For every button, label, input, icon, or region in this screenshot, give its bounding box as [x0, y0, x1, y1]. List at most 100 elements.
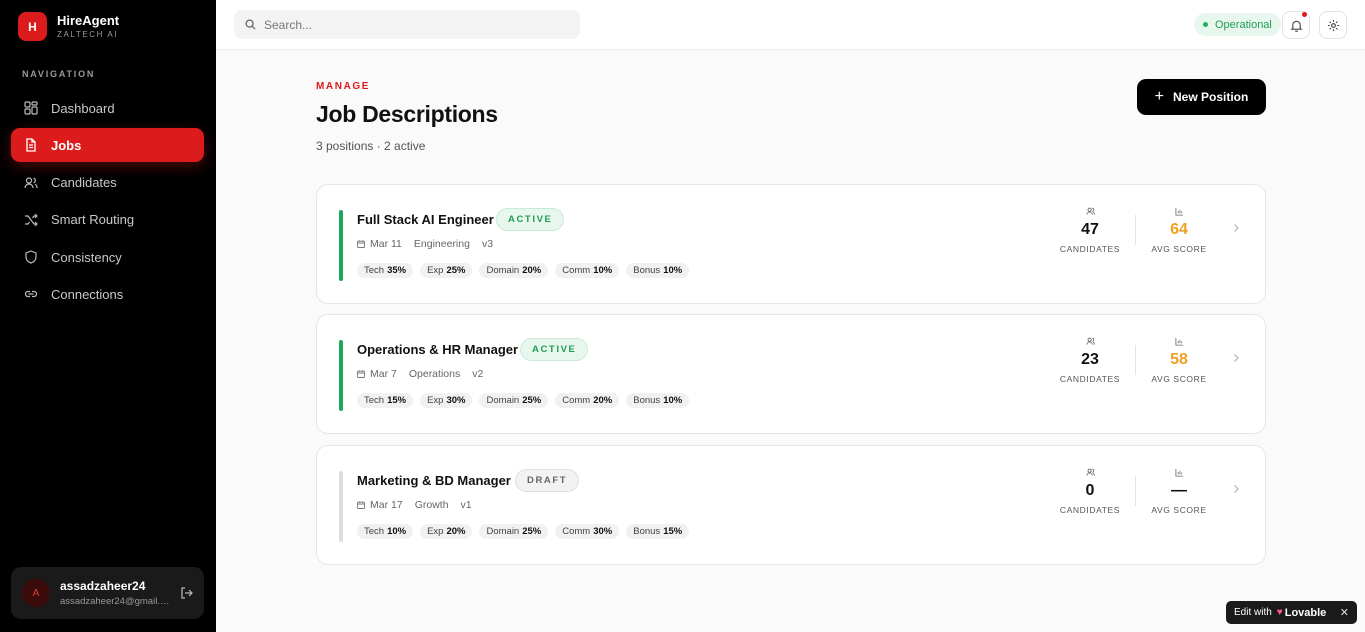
status-badge: ACTIVE	[520, 338, 589, 361]
job-card[interactable]: Marketing & BD Manager DRAFT Mar 17 Grow…	[316, 445, 1266, 565]
candidates-label: CANDIDATES	[1059, 505, 1121, 515]
sidebar-item-consistency[interactable]: Consistency	[11, 240, 204, 274]
job-card[interactable]: Operations & HR Manager ACTIVE Mar 7 Ope…	[316, 314, 1266, 434]
avg-score-stat: 58 AVG SCORE	[1139, 337, 1219, 384]
status-bar	[339, 340, 343, 411]
page-subtitle: 3 positions · 2 active	[316, 139, 426, 153]
weight-chip: Domain 25%	[479, 393, 549, 408]
avg-score-label: AVG SCORE	[1151, 244, 1207, 254]
job-department: Growth	[414, 499, 449, 511]
status-text: Operational	[1215, 18, 1272, 31]
users-icon	[1085, 207, 1095, 215]
weight-chip: Comm 10%	[555, 263, 620, 278]
status-badge: DRAFT	[515, 469, 580, 492]
search-box[interactable]	[234, 10, 580, 39]
job-department: Operations	[408, 368, 461, 380]
brand-subtitle: ZALTECH AI	[57, 30, 119, 39]
weight-chip: Tech 15%	[357, 393, 414, 408]
weight-chip: Domain 20%	[479, 263, 549, 278]
weight-chip: Domain 25%	[479, 524, 549, 539]
document-icon	[24, 138, 38, 152]
lovable-prefix: Edit with	[1234, 607, 1272, 618]
notifications-button[interactable]	[1282, 11, 1310, 39]
stat-divider	[1135, 215, 1136, 245]
job-title: Operations & HR Manager	[357, 342, 519, 357]
page-title: Job Descriptions	[316, 101, 498, 127]
status-badge: ACTIVE	[496, 208, 565, 231]
calendar-icon	[357, 501, 365, 509]
job-title: Full Stack AI Engineer	[357, 212, 494, 227]
weight-chip: Exp 30%	[420, 393, 473, 408]
sidebar-item-label: Smart Routing	[51, 212, 135, 228]
weight-chip: Bonus 15%	[626, 524, 690, 539]
job-date: Mar 7	[370, 368, 397, 380]
calendar-icon	[357, 370, 365, 378]
avatar: A	[22, 579, 50, 607]
brand[interactable]: H HireAgent ZALTECH AI	[18, 12, 119, 41]
brand-name: HireAgent	[57, 13, 120, 28]
candidates-count: 47	[1081, 221, 1099, 238]
chevron-right-icon[interactable]	[1231, 484, 1241, 494]
users-icon	[1085, 468, 1095, 476]
bell-icon	[1290, 20, 1302, 32]
sidebar-item-smart-routing[interactable]: Smart Routing	[11, 203, 204, 237]
avg-score-label: AVG SCORE	[1151, 505, 1207, 515]
candidates-stat: 23 CANDIDATES	[1050, 337, 1130, 384]
sidebar: H HireAgent ZALTECH AI NAVIGATION Dashbo…	[0, 0, 216, 632]
weight-chip: Comm 30%	[555, 524, 620, 539]
calendar-icon	[357, 240, 365, 248]
plus-icon: +	[1154, 88, 1164, 105]
avg-score-value: 58	[1170, 351, 1188, 368]
close-icon[interactable]: ✕	[1340, 606, 1349, 619]
top-bar: Operational	[216, 0, 1365, 50]
shield-icon	[24, 250, 38, 264]
new-position-button[interactable]: + New Position	[1137, 79, 1266, 115]
user-email: assadzaheer24@gmail.com	[60, 596, 172, 607]
logout-icon[interactable]	[180, 586, 194, 600]
sidebar-item-label: Jobs	[51, 137, 82, 153]
sidebar-item-candidates[interactable]: Candidates	[11, 166, 204, 200]
link-icon	[24, 287, 38, 301]
search-icon	[245, 19, 256, 30]
weight-chip: Exp 20%	[420, 524, 473, 539]
sidebar-item-connections[interactable]: Connections	[11, 277, 204, 311]
chevron-right-icon[interactable]	[1231, 353, 1241, 363]
notification-dot	[1302, 12, 1307, 17]
job-date: Mar 17	[370, 499, 403, 511]
avg-score-value: 64	[1170, 221, 1188, 238]
page-eyebrow: MANAGE	[316, 81, 371, 92]
job-meta: Mar 7 Operations v2	[357, 368, 495, 380]
status-dot	[1203, 22, 1208, 27]
avg-score-value: —	[1171, 482, 1187, 499]
status-bar	[339, 471, 343, 542]
sidebar-nav: Dashboard Jobs Candidates Smart Routing …	[11, 91, 204, 315]
job-version: v1	[460, 499, 472, 511]
edit-with-lovable-badge[interactable]: Edit with ♥ Lovable ✕	[1226, 601, 1357, 624]
job-title: Marketing & BD Manager	[357, 473, 511, 488]
job-version: v2	[472, 368, 484, 380]
bar-chart-icon	[1174, 337, 1183, 346]
weight-chip: Tech 10%	[357, 524, 414, 539]
weight-chip: Bonus 10%	[626, 393, 690, 408]
stat-divider	[1135, 345, 1136, 375]
gear-icon	[1327, 19, 1339, 31]
weight-chip: Bonus 10%	[626, 263, 690, 278]
weight-chips: Tech 35% Exp 25% Domain 20% Comm 10% Bonus 10…	[357, 263, 696, 278]
search-input[interactable]	[264, 17, 564, 32]
chevron-right-icon[interactable]	[1231, 223, 1241, 233]
user-name: assadzaheer24	[60, 579, 146, 593]
job-meta: Mar 17 Growth v1	[357, 499, 484, 511]
candidates-label: CANDIDATES	[1059, 244, 1121, 254]
sidebar-item-jobs[interactable]: Jobs	[11, 128, 204, 163]
settings-button[interactable]	[1319, 11, 1347, 39]
sidebar-item-label: Candidates	[51, 175, 117, 191]
avg-score-stat: — AVG SCORE	[1139, 468, 1219, 515]
job-card[interactable]: Full Stack AI Engineer ACTIVE Mar 11 Eng…	[316, 184, 1266, 304]
shuffle-icon	[24, 213, 38, 227]
job-department: Engineering	[413, 238, 470, 250]
user-card[interactable]: A assadzaheer24 assadzaheer24@gmail.com	[11, 567, 204, 619]
sidebar-item-dashboard[interactable]: Dashboard	[11, 91, 204, 125]
candidates-stat: 0 CANDIDATES	[1050, 468, 1130, 515]
dashboard-icon	[24, 101, 38, 115]
users-icon	[1085, 337, 1095, 345]
